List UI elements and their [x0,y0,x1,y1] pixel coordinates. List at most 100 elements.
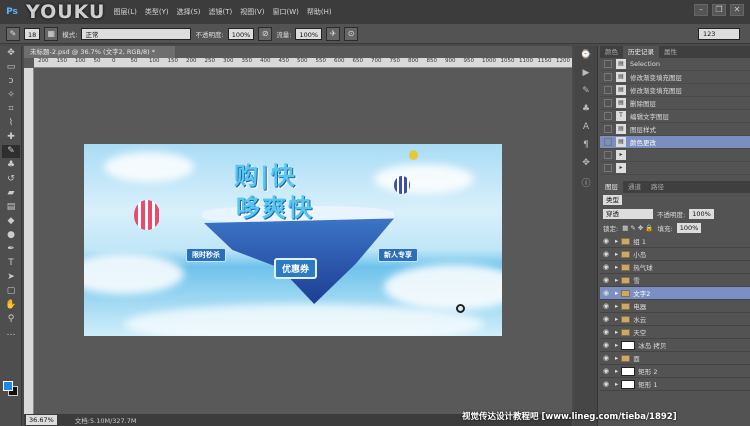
foreground-color-swatch[interactable] [3,381,13,391]
visibility-eye-icon[interactable]: ◉ [603,302,612,310]
history-checkbox[interactable] [604,99,612,107]
visibility-eye-icon[interactable]: ◉ [603,289,612,297]
visibility-eye-icon[interactable]: ◉ [603,250,612,258]
menu-item[interactable]: 类型(Y) [145,7,169,17]
visibility-eye-icon[interactable]: ◉ [603,328,612,336]
layer-fill-field[interactable]: 100% [676,223,702,233]
history-checkbox[interactable] [604,151,612,159]
pressure-size-icon[interactable]: ⊙ [344,26,359,41]
history-state[interactable]: ▤ 修改渐变填充图层 [600,71,750,84]
history-checkbox[interactable] [604,86,612,94]
quick-select-tool-icon[interactable]: ✧ [2,89,20,102]
blend-mode-select[interactable]: 穿透 [603,209,653,219]
visibility-eye-icon[interactable]: ◉ [603,380,612,388]
brush-tool-icon[interactable]: ✎ [2,145,20,158]
info-panel-icon[interactable]: ⓘ [577,176,595,190]
history-state[interactable]: ▤ 修改渐变填充图层 [600,84,750,97]
crop-tool-icon[interactable]: ⌗ [2,103,20,116]
history-checkbox[interactable] [604,112,612,120]
document-info[interactable]: 文档:5.10M/327.7M [75,415,137,425]
menu-item[interactable]: 窗口(W) [273,7,299,17]
menu-item[interactable]: 滤镜(T) [209,7,233,17]
layer-row[interactable]: ◉ ▸ 雪 [600,274,750,287]
layers-tab[interactable]: 通道 [623,181,646,193]
character-panel-icon[interactable]: A [577,122,595,136]
expand-arrow-icon[interactable]: ▸ [615,250,618,258]
layer-filter-select[interactable]: 类型 [603,195,622,205]
history-tab[interactable]: 历史记录 [623,46,659,58]
move-tool-icon[interactable]: ✥ [2,47,20,60]
eyedropper-tool-icon[interactable]: ⌇ [2,117,20,130]
lock-icons[interactable]: ▦ ✎ ✥ 🔒 [622,224,653,232]
history-state[interactable]: ▸ [600,149,750,162]
zoom-tool-icon[interactable]: ⚲ [2,313,20,326]
layer-row[interactable]: ◉ ▸ 面 [600,352,750,365]
brush-size-field[interactable]: 18 [24,27,41,40]
layer-opacity-field[interactable]: 100% [689,209,714,219]
history-checkbox[interactable] [604,73,612,81]
stamp-tool-icon[interactable]: ♣ [2,159,20,172]
pressure-opacity-icon[interactable]: ⊘ [258,26,273,41]
tool-presets-icon[interactable]: ✥ [577,158,595,172]
layers-tab[interactable]: 路径 [646,181,669,193]
gradient-tool-icon[interactable]: ▤ [2,201,20,214]
visibility-eye-icon[interactable]: ◉ [603,276,612,284]
history-state[interactable]: ▤ Selection [600,58,750,71]
history-state[interactable]: ▤ 颜色更改 [600,136,750,149]
pen-tool-icon[interactable]: ✒ [2,243,20,256]
visibility-eye-icon[interactable]: ◉ [603,315,612,323]
expand-arrow-icon[interactable]: ▸ [615,315,618,323]
history-panel-icon[interactable]: ⌚ [577,50,595,64]
document-tab[interactable]: 未标题-2.psd @ 36.7% (文字2, RGB/8) * [24,46,176,58]
history-checkbox[interactable] [604,164,612,172]
expand-arrow-icon[interactable]: ▸ [615,354,618,362]
paragraph-panel-icon[interactable]: ¶ [577,140,595,154]
visibility-eye-icon[interactable]: ◉ [603,341,612,349]
layer-row[interactable]: ◉ ▸ 冰岛 拷贝 [600,339,750,352]
clone-source-icon[interactable]: ♣ [577,104,595,118]
layer-row[interactable]: ◉ ▸ 矩形 1 [600,378,750,391]
blur-tool-icon[interactable]: ◆ [2,215,20,228]
history-brush-tool-icon[interactable]: ↺ [2,173,20,186]
marquee-tool-icon[interactable]: ▭ [2,61,20,74]
expand-arrow-icon[interactable]: ▸ [615,276,618,284]
history-checkbox[interactable] [604,60,612,68]
history-tab[interactable]: 属性 [659,46,682,58]
brush-preset-icon[interactable]: ✎ [6,26,20,41]
expand-arrow-icon[interactable]: ▸ [615,237,618,245]
hand-tool-icon[interactable]: ✋ [2,299,20,312]
history-state[interactable]: T 编辑文字图层 [600,110,750,123]
expand-arrow-icon[interactable]: ▸ [615,341,618,349]
history-state[interactable]: ▤ 删除图层 [600,97,750,110]
opacity-field[interactable]: 100% [227,27,255,40]
visibility-eye-icon[interactable]: ◉ [603,367,612,375]
lasso-tool-icon[interactable]: ↄ [2,75,20,88]
brush-panel-icon[interactable]: ✎ [577,86,595,100]
layer-row[interactable]: ◉ ▸ 文字2 [600,287,750,300]
close-button[interactable]: ✕ [730,4,744,16]
minimize-button[interactable]: – [694,4,708,16]
zoom-level-field[interactable]: 36.67% [26,415,57,425]
expand-arrow-icon[interactable]: ▸ [615,367,618,375]
layer-row[interactable]: ◉ ▸ 小岛 [600,248,750,261]
expand-arrow-icon[interactable]: ▸ [615,302,618,310]
document-canvas[interactable]: 购|快 哆爽快 限时秒杀 优惠券 新人专享 [84,144,502,336]
shape-tool-icon[interactable]: ▢ [2,285,20,298]
mode-select[interactable]: 正常 [81,27,192,40]
history-state[interactable]: ▸ [600,162,750,175]
restore-button[interactable]: ❐ [712,4,726,16]
history-checkbox[interactable] [604,125,612,133]
menu-item[interactable]: 帮助(H) [307,7,332,17]
dodge-tool-icon[interactable]: ● [2,229,20,242]
expand-arrow-icon[interactable]: ▸ [615,380,618,388]
eraser-tool-icon[interactable]: ▰ [2,187,20,200]
layer-row[interactable]: ◉ ▸ 水云 [600,313,750,326]
brush-panel-toggle-icon[interactable]: ▦ [44,26,59,41]
actions-panel-icon[interactable]: ▶ [577,68,595,82]
path-select-tool-icon[interactable]: ➤ [2,271,20,284]
menu-item[interactable]: 选择(S) [177,7,201,17]
layer-row[interactable]: ◉ ▸ 矩形 2 [600,365,750,378]
visibility-eye-icon[interactable]: ◉ [603,237,612,245]
workspace-field[interactable]: 123 [698,28,740,40]
layer-row[interactable]: ◉ ▸ 组 1 [600,235,750,248]
